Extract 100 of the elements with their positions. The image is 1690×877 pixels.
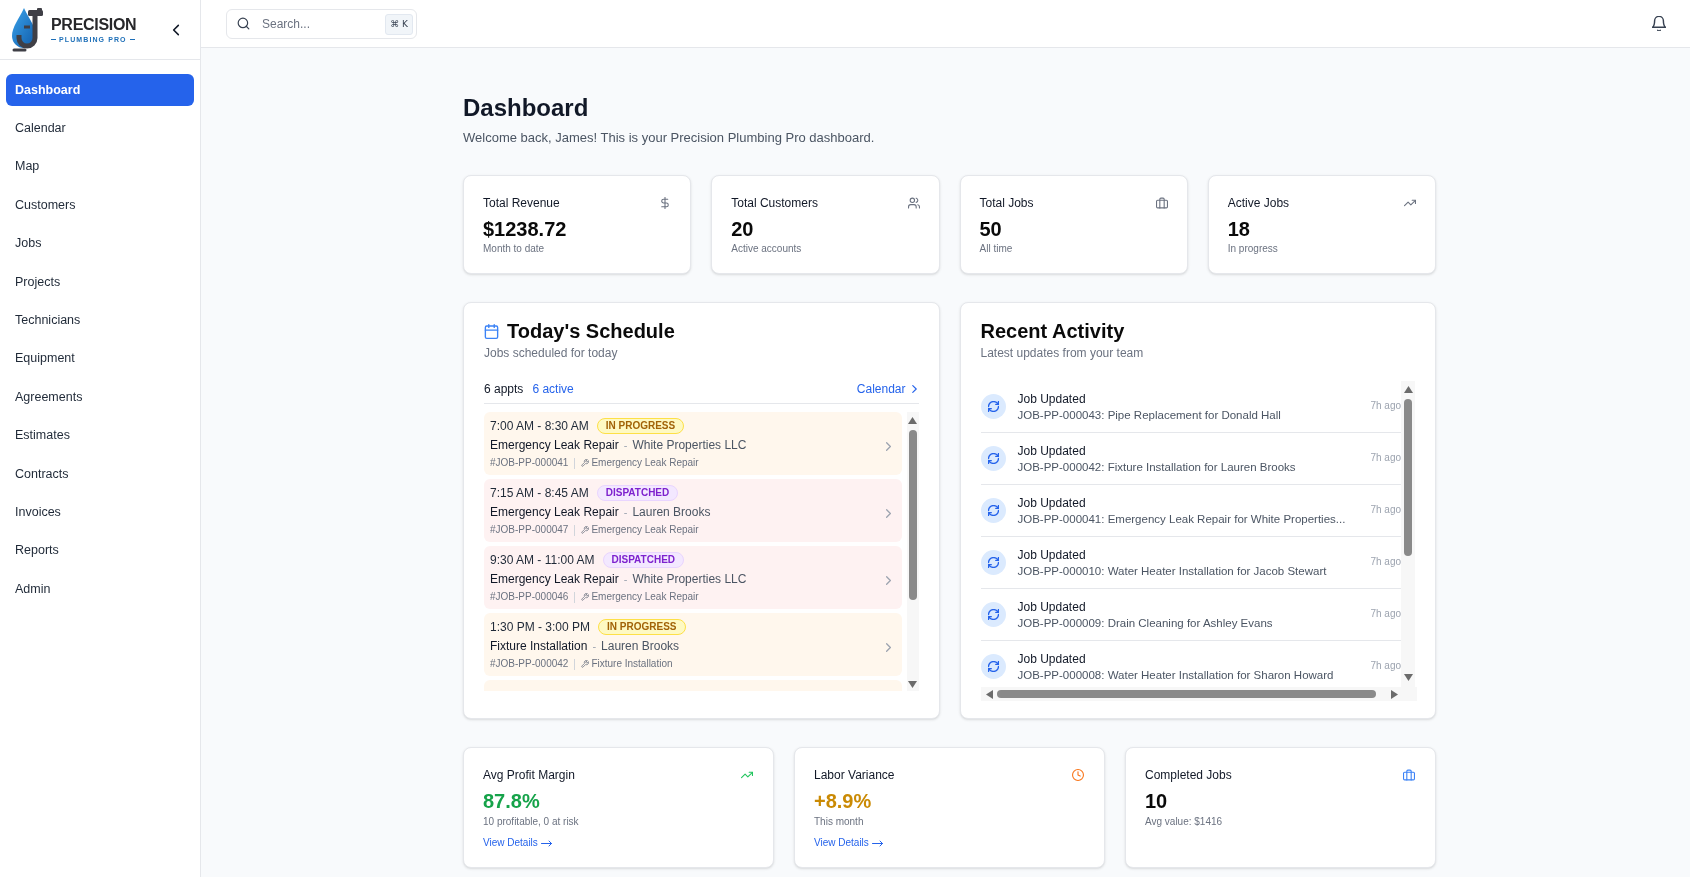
- metric-value: +8.9%: [814, 789, 873, 814]
- activity-detail: JOB-PP-000043: Pipe Replacement for Donald Hall: [1017, 407, 1282, 423]
- stat-value: 18: [1227, 217, 1251, 242]
- card-subtitle: Jobs scheduled for today: [484, 345, 619, 361]
- service-type: Emergency Leak Repair: [591, 456, 699, 470]
- calendar-icon: [484, 323, 499, 339]
- activity-time: 7h ago: [1370, 658, 1402, 673]
- search-icon: [237, 17, 250, 30]
- sidebar-item[interactable]: Technicians: [6, 304, 194, 337]
- separator: -: [623, 572, 628, 587]
- appointment-time: 1:30 PM - 3:00 PM: [490, 619, 591, 635]
- metric-caption: Avg value: $1416: [1145, 815, 1224, 829]
- activity-time: 7h ago: [1370, 450, 1402, 465]
- clock-icon: [1072, 769, 1084, 781]
- job-title: Fixture Installation: [490, 638, 588, 654]
- activity-title: Job Updated: [1017, 390, 1087, 407]
- sidebar-item[interactable]: Jobs: [6, 227, 194, 260]
- page-subtitle: Welcome back, James! This is your Precision Plumbing Pro dashboard.: [463, 129, 876, 147]
- job-number: #JOB-PP-000047: [490, 523, 569, 537]
- activity-title: Job Updated: [1017, 494, 1087, 511]
- bell-icon[interactable]: [1652, 16, 1666, 31]
- status-badge: DISPATCHED: [602, 552, 685, 568]
- keyboard-shortcut: ⌘ K: [385, 13, 413, 35]
- active-count: 6 active: [532, 381, 574, 397]
- separator: -: [592, 639, 597, 654]
- view-details-link[interactable]: View Details: [483, 836, 552, 850]
- activity-title: Job Updated: [1017, 598, 1087, 615]
- sidebar-item[interactable]: Estimates: [6, 419, 194, 452]
- metric-label: Labor Variance: [814, 767, 895, 783]
- sidebar-item[interactable]: Calendar: [6, 112, 194, 145]
- metric-value: 87.8%: [483, 789, 541, 814]
- stat-caption: Active accounts: [731, 242, 803, 256]
- schedule-item[interactable]: 7:15 AM - 8:45 AM DISPATCHED Emergency Leak Repair - Lauren Brooks #JOB-PP-000047 Emergency Leak Repair: [484, 479, 902, 542]
- sidebar-item[interactable]: Equipment: [6, 342, 194, 375]
- appointment-time: 7:15 AM - 8:45 AM: [490, 485, 589, 501]
- view-details-link[interactable]: View Details: [814, 836, 883, 850]
- sidebar-item[interactable]: Customers: [6, 189, 194, 222]
- separator: -: [623, 505, 628, 520]
- stat-label: Active Jobs: [1227, 195, 1290, 211]
- stat-value: 20: [731, 217, 755, 242]
- schedule-item[interactable]: 1:30 PM - 3:00 PM IN PROGRESS Fixture Installation - Lauren Brooks #JOB-PP-000042 Fixture Installation: [484, 613, 902, 676]
- wrench-icon: [581, 526, 590, 534]
- card-title: Recent Activity: [980, 319, 1126, 344]
- trending-up-icon: [741, 769, 753, 781]
- wrench-icon: [581, 593, 590, 601]
- page-title: Dashboard: [463, 93, 590, 123]
- chevron-right-icon: [911, 385, 917, 393]
- sidebar-item[interactable]: Contracts: [6, 457, 194, 490]
- stat-caption: In progress: [1227, 242, 1279, 256]
- job-number: #JOB-PP-000042: [490, 657, 569, 671]
- stat-value: $1238.72: [483, 217, 568, 242]
- activity-time: 7h ago: [1370, 398, 1402, 413]
- sidebar-item[interactable]: Map: [6, 150, 194, 183]
- activity-time: 7h ago: [1370, 606, 1402, 621]
- scrollbar-thumb[interactable]: [996, 690, 1376, 698]
- activity-detail: JOB-PP-000008: Water Heater Installation for Sharon Howard: [1017, 667, 1335, 683]
- job-number: #JOB-PP-000046: [490, 590, 569, 604]
- up-triangle-icon[interactable]: [908, 417, 917, 424]
- job-title: Emergency Leak Repair: [490, 437, 619, 453]
- sidebar-item[interactable]: Agreements: [6, 381, 194, 414]
- up-triangle-icon[interactable]: [1403, 386, 1413, 393]
- arrow-right-icon: [871, 839, 883, 847]
- down-triangle-icon[interactable]: [908, 681, 917, 688]
- activity-detail: JOB-PP-000042: Fixture Installation for Lauren Brooks: [1017, 459, 1297, 475]
- activity-detail: JOB-PP-000010: Water Heater Installation for Jacob Stewart: [1017, 563, 1328, 579]
- activity-time: 7h ago: [1370, 502, 1402, 517]
- job-number: #JOB-PP-000041: [490, 456, 569, 470]
- left-triangle-icon[interactable]: [985, 689, 993, 699]
- status-badge: IN PROGRESS: [598, 619, 686, 635]
- activity-title: Job Updated: [1017, 442, 1087, 459]
- sidebar-item[interactable]: Dashboard: [6, 74, 194, 106]
- customer-name: White Properties LLC: [632, 437, 747, 453]
- refresh-icon: [980, 654, 1006, 679]
- stat-caption: Month to date: [483, 242, 546, 256]
- activity-title: Job Updated: [1017, 546, 1087, 563]
- stat-value: 50: [979, 217, 1003, 242]
- down-triangle-icon[interactable]: [1403, 674, 1413, 681]
- calendar-link[interactable]: Calendar: [856, 381, 919, 397]
- appointment-count: 6 appts: [484, 381, 524, 397]
- briefcase-icon: [1403, 769, 1415, 781]
- wrench-icon: [581, 459, 590, 467]
- stat-caption: All time: [979, 242, 1014, 256]
- appointment-time: 9:30 AM - 11:00 AM: [490, 552, 595, 568]
- appointment-time: 7:00 AM - 8:30 AM: [490, 418, 589, 434]
- scrollbar-thumb[interactable]: [1404, 399, 1412, 556]
- schedule-item[interactable]: 7:00 AM - 8:30 AM IN PROGRESS Emergency Leak Repair - White Properties LLC #JOB-PP-000041 Emergency Leak Repair: [484, 412, 902, 475]
- briefcase-icon: [1155, 197, 1168, 209]
- sidebar-item[interactable]: Projects: [6, 265, 194, 298]
- scrollbar-thumb[interactable]: [908, 430, 917, 600]
- dollar-icon: [659, 197, 672, 209]
- sidebar-item[interactable]: Admin: [6, 573, 194, 606]
- card-subtitle: Latest updates from your team: [980, 345, 1145, 361]
- job-title: Emergency Leak Repair: [490, 571, 619, 587]
- sidebar-item[interactable]: Reports: [6, 534, 194, 567]
- sidebar-item[interactable]: Invoices: [6, 496, 194, 529]
- customer-name: White Properties LLC: [632, 571, 747, 587]
- schedule-item[interactable]: 9:30 AM - 11:00 AM DISPATCHED Emergency Leak Repair - White Properties LLC #JOB-PP-000046 Emergency Leak Repair: [484, 546, 902, 609]
- customer-name: Lauren Brooks: [601, 638, 680, 654]
- right-triangle-icon[interactable]: [1390, 689, 1398, 699]
- status-badge: DISPATCHED: [596, 485, 679, 501]
